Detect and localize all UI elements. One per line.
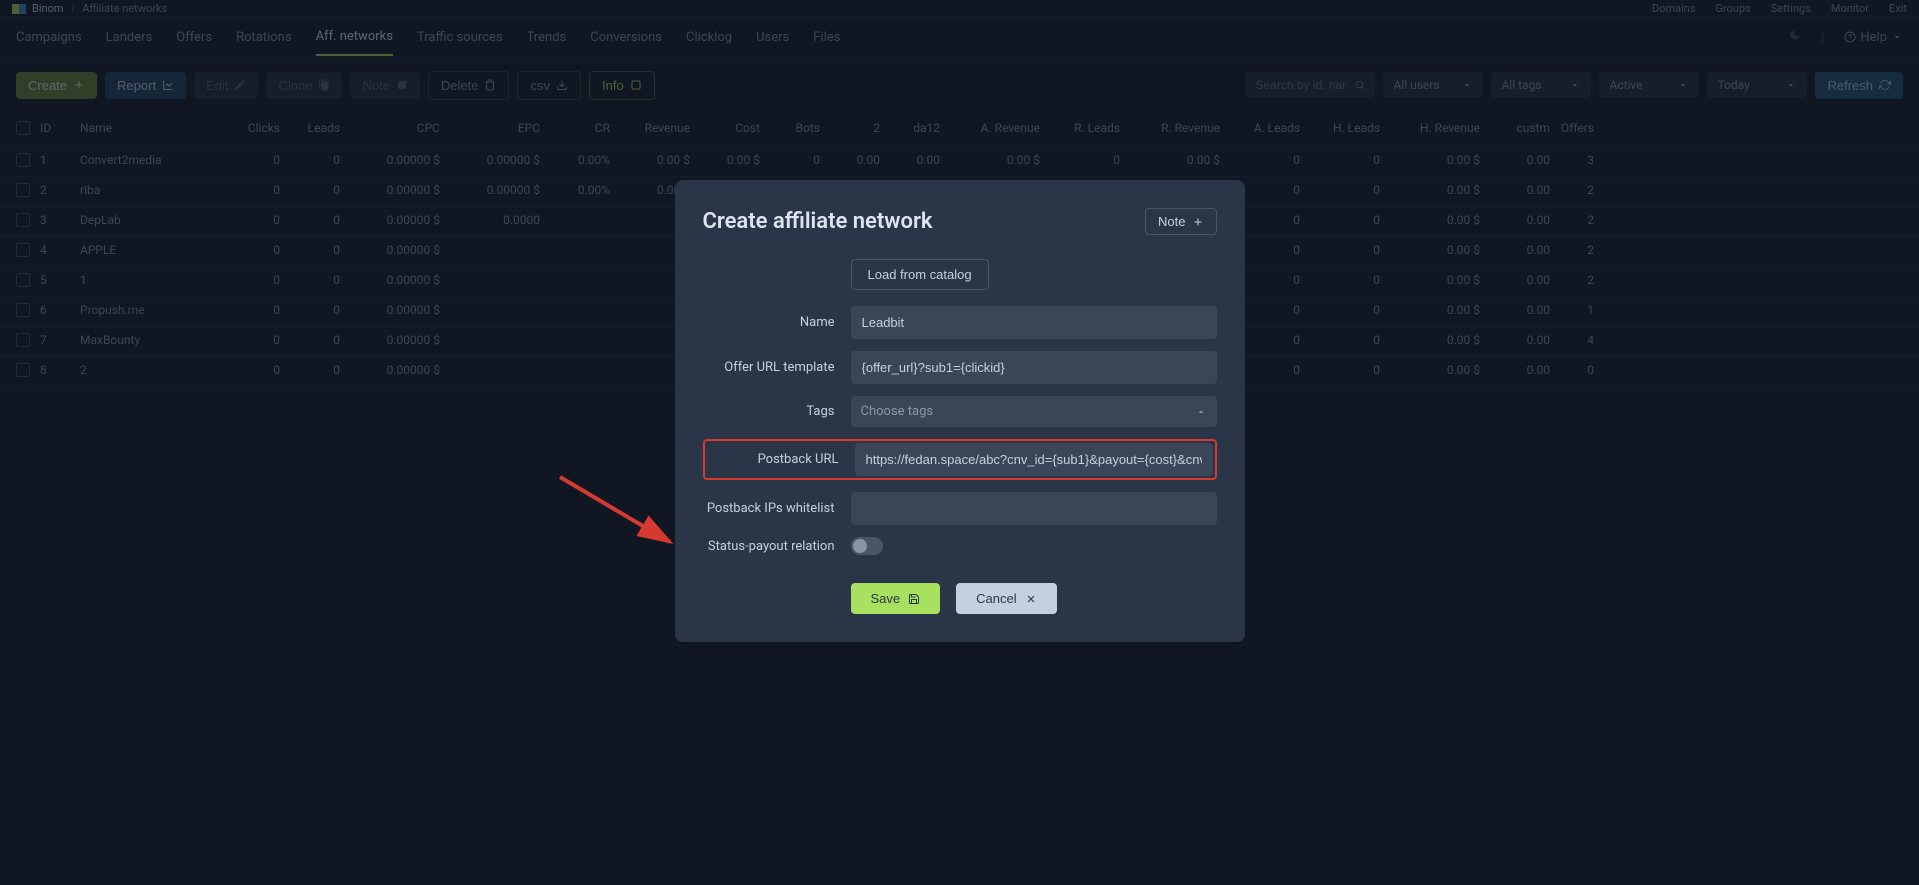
postback-ips-input[interactable] — [851, 492, 1217, 525]
save-button[interactable]: Save — [851, 583, 941, 614]
offer-url-input[interactable] — [851, 351, 1217, 384]
tags-placeholder: Choose tags — [861, 404, 934, 419]
save-icon — [908, 593, 920, 605]
cancel-label: Cancel — [976, 591, 1016, 606]
modal-overlay: Create affiliate network Note Load from … — [0, 0, 1919, 885]
cancel-button[interactable]: Cancel — [956, 583, 1056, 614]
plus-icon — [1192, 216, 1204, 228]
name-label: Name — [703, 315, 851, 330]
close-icon — [1025, 593, 1037, 605]
create-network-modal: Create affiliate network Note Load from … — [675, 180, 1245, 642]
load-catalog-button[interactable]: Load from catalog — [851, 259, 989, 290]
status-payout-toggle[interactable] — [851, 537, 883, 555]
offer-url-label: Offer URL template — [703, 360, 851, 375]
postback-url-input[interactable] — [855, 443, 1213, 476]
status-payout-label: Status-payout relation — [703, 539, 851, 554]
save-label: Save — [871, 591, 901, 606]
tags-label: Tags — [703, 404, 851, 419]
name-input[interactable] — [851, 306, 1217, 339]
tags-select[interactable]: Choose tags — [851, 396, 1217, 427]
chevron-up-icon — [1195, 406, 1207, 418]
postback-url-label: Postback URL — [707, 452, 855, 467]
postback-highlight: Postback URL — [703, 439, 1217, 480]
postback-ips-label: Postback IPs whitelist — [703, 501, 851, 516]
note-btn-label: Note — [1158, 214, 1185, 229]
modal-title: Create affiliate network — [703, 209, 933, 234]
modal-note-button[interactable]: Note — [1145, 208, 1216, 235]
